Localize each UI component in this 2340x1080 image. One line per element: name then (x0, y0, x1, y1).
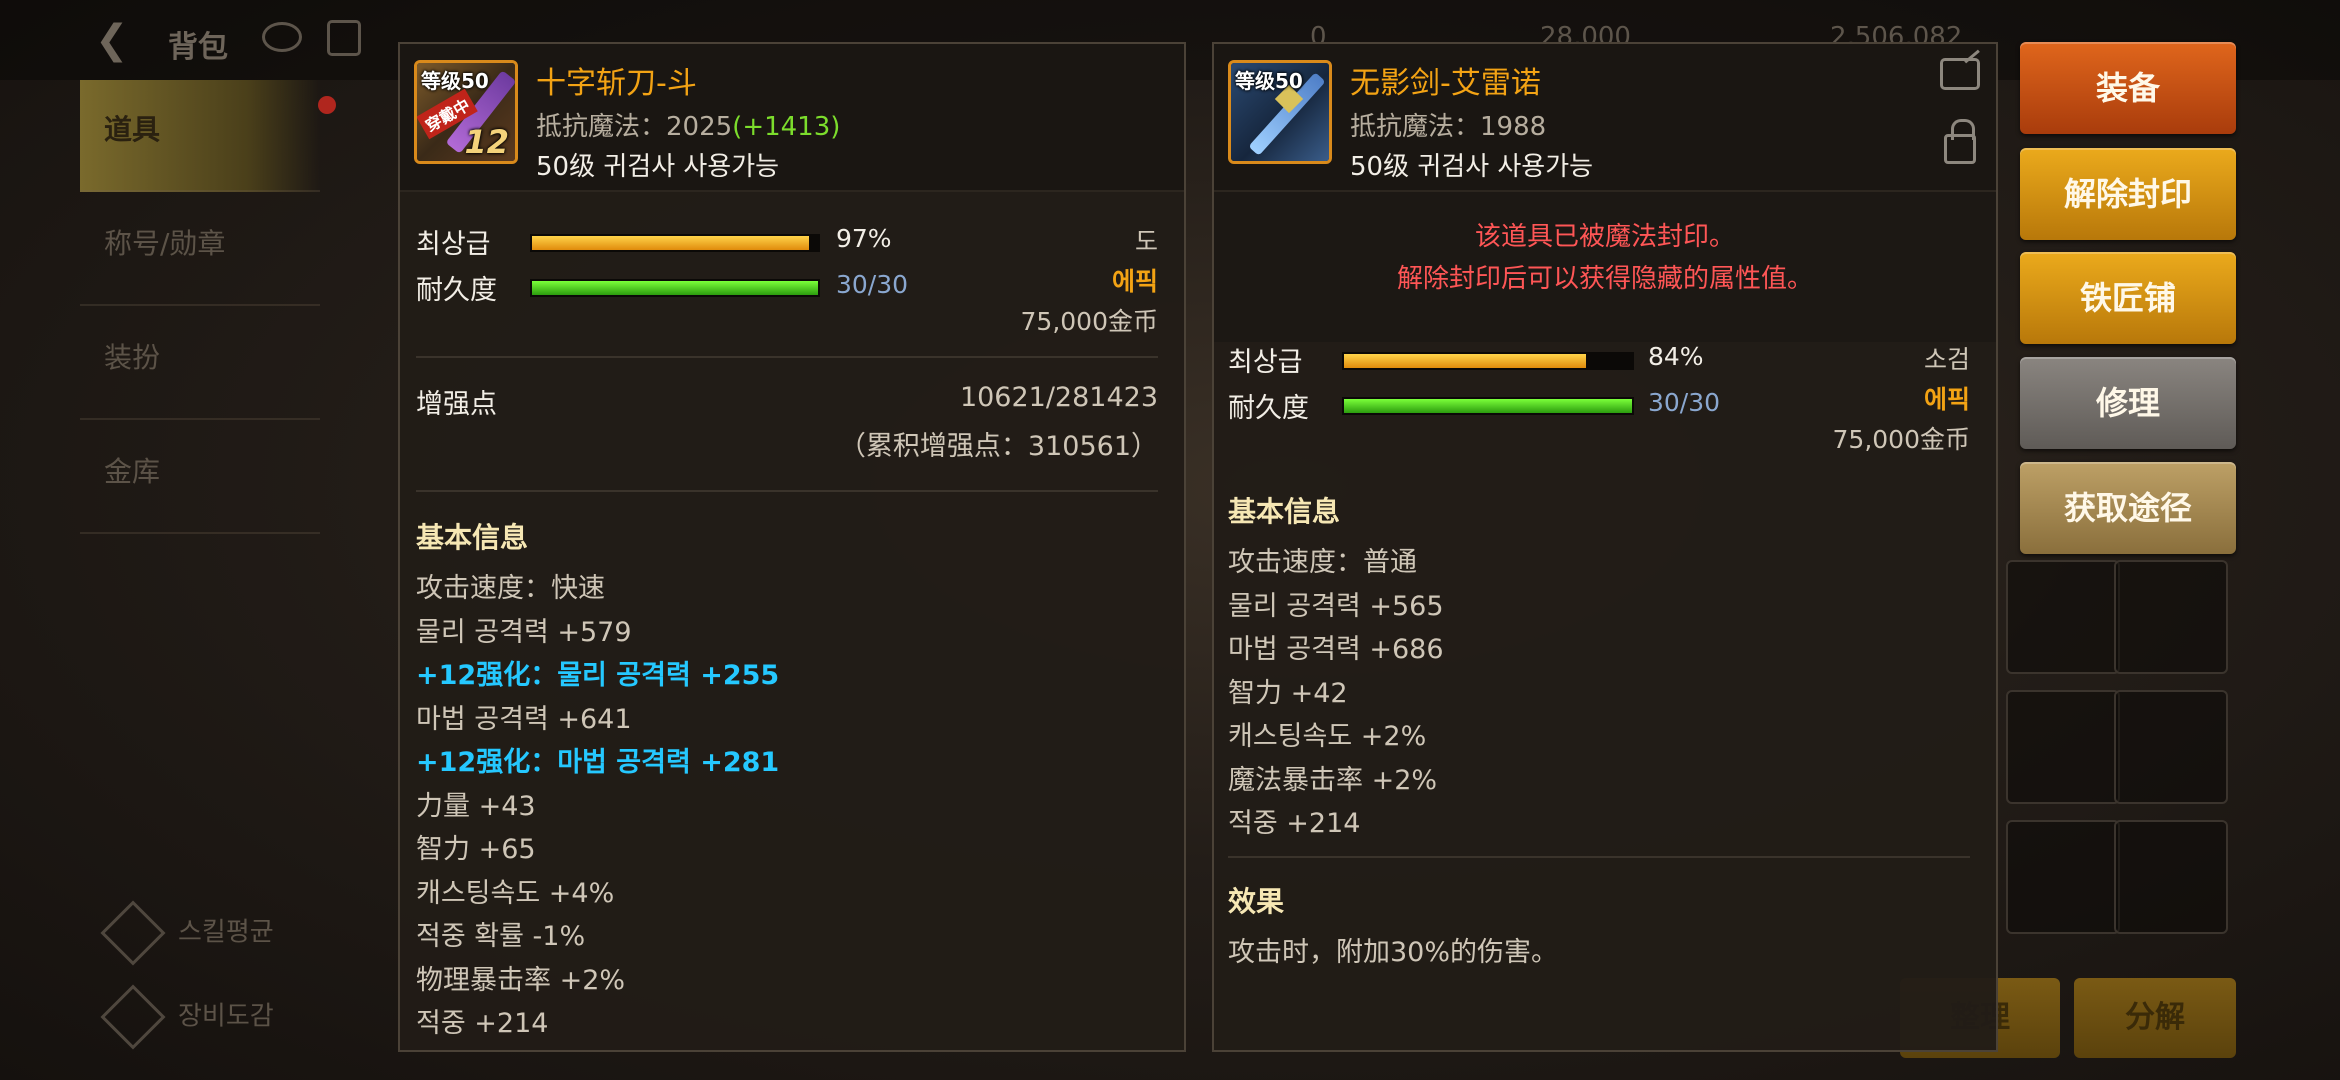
effect-title: 效果 (1228, 885, 1285, 918)
rarity: 에픽 (1923, 385, 1970, 414)
back-arrow-icon[interactable]: ❮ (95, 18, 143, 62)
stat-line: 智力 +42 (1228, 677, 1348, 709)
compare-item-tooltip: 等级50 无影剑-艾雷诺 抵抗魔法：1988 50级 귀검사 사용가능 该道具已… (1212, 42, 1998, 1052)
item-name: 无影剑-艾雷诺 (1350, 66, 1541, 101)
effect-text: 攻击时，附加30%的伤害。 (1228, 937, 1559, 968)
price: 75,000金币 (1020, 307, 1158, 336)
grade-value: 97% (836, 224, 892, 253)
item-icon: 等级50 (1228, 60, 1332, 164)
sidebar-bottom-skill-label: 스킬평균 (178, 917, 274, 948)
stat-line: 적중 확률 -1% (416, 921, 586, 952)
enhance-label: 增强点 (416, 389, 497, 420)
item-level-badge: 等级50 (1235, 69, 1303, 93)
equipped-item-tooltip: 等级50 穿戴中 12 十字斩刀-斗 抵抗魔法：2025(+1413) 50级 … (398, 42, 1186, 1052)
stat-line: 물리 공격력 +565 (1228, 590, 1444, 622)
enhance-value: 10621/281423 (959, 382, 1158, 413)
tooltip-header: 等级50 穿戴中 12 十字斩刀-斗 抵抗魔法：2025(+1413) 50级 … (400, 44, 1184, 192)
sidebar-tab-vault[interactable]: 金库 (80, 422, 320, 534)
item-resist-label: 抵抗魔法：2025 (536, 112, 733, 142)
divider (1228, 856, 1970, 858)
durability-value: 30/30 (1648, 388, 1721, 417)
inventory-slot[interactable] (2114, 560, 2228, 674)
sidebar-tab-costume[interactable]: 装扮 (80, 308, 320, 420)
durability-bar-fill (1344, 399, 1632, 413)
blacksmith-button[interactable]: 铁匠铺 (2020, 252, 2236, 344)
sidebar-bottom-skill[interactable]: 스킬평균 (100, 900, 274, 966)
durability-bar-fill (532, 281, 818, 295)
stat-line: 적중 +214 (416, 1008, 549, 1039)
sidebar-bottom-collection-label: 장비도감 (178, 1001, 274, 1032)
stat-line: 마법 공격력 +686 (1228, 634, 1444, 665)
enhance-level-badge: 12 (464, 123, 509, 161)
stat-line: 캐스팅속도 +4% (416, 877, 615, 909)
inventory-slot[interactable] (2006, 820, 2120, 934)
stat-line: 攻击速度：普通 (1228, 547, 1417, 578)
inventory-slot[interactable] (2006, 690, 2120, 804)
sealed-line-2: 解除封印后可以获得隐藏的属性值。 (1396, 264, 1813, 294)
page-title: 背包 (168, 30, 228, 65)
stat-line: 마법 공격력 +641 (416, 703, 632, 735)
durability-label: 耐久度 (416, 275, 497, 306)
stat-line: 캐스팅속도 +2% (1228, 721, 1427, 752)
item-class-requirement: 50级 귀검사 사용가능 (1350, 152, 1594, 182)
share-icon[interactable] (1940, 58, 1980, 90)
grade-bar (1342, 352, 1634, 370)
enhance-total: （累积增强点：310561） (838, 431, 1158, 462)
sidebar-tab-titles[interactable]: 称号/勋章 (80, 194, 320, 306)
stat-line: 적중 +214 (1228, 808, 1361, 839)
stat-line: 攻击速度：快速 (416, 573, 605, 604)
stat-line: 물리 공격력 +579 (416, 616, 632, 648)
item-level-badge: 等级50 (421, 69, 489, 93)
repair-button[interactable]: 修理 (2020, 357, 2236, 449)
item-resist-bonus: (+1413) (732, 112, 841, 142)
inventory-slot[interactable] (2006, 560, 2120, 674)
weapon-type: 소검 (1923, 345, 1970, 374)
weapon-type: 도 (1134, 227, 1158, 256)
grade-bar-fill (1344, 354, 1586, 368)
obtain-route-button[interactable]: 获取途径 (2020, 462, 2236, 554)
basic-info-title: 基本信息 (1228, 495, 1341, 528)
stat-line: +12强化：물리 공격력 +255 (416, 660, 780, 691)
collection-icon (100, 984, 166, 1050)
sidebar-bottom-collection[interactable]: 장비도감 (100, 984, 274, 1050)
tooltip-header: 等级50 无影剑-艾雷诺 抵抗魔法：1988 50级 귀검사 사용가능 (1214, 44, 1996, 192)
sealed-line-1: 该道具已被魔法封印。 (1474, 222, 1735, 252)
disassemble-button[interactable]: 分解 (2074, 978, 2236, 1058)
rarity: 에픽 (1111, 267, 1158, 296)
grade-value: 84% (1648, 342, 1704, 371)
stat-line: 物理暴击率 +2% (416, 964, 626, 996)
item-name: 十字斩刀-斗 (536, 66, 697, 101)
durability-bar (530, 279, 820, 297)
stat-line: 智力 +65 (416, 834, 536, 865)
basic-info-title: 基本信息 (416, 521, 529, 554)
sidebar-tab-items[interactable]: 道具 (80, 80, 320, 192)
durability-bar (1342, 397, 1634, 415)
skill-icon (100, 900, 166, 966)
inventory-slot[interactable] (2114, 690, 2228, 804)
durability-value: 30/30 (836, 270, 909, 299)
item-icon: 等级50 穿戴中 12 (414, 60, 518, 164)
unlock-icon[interactable] (1944, 119, 1976, 164)
divider (416, 490, 1158, 492)
grade-bar-fill (532, 236, 810, 250)
unseal-button[interactable]: 解除封印 (2020, 148, 2236, 240)
stat-line: +12强化：마법 공격력 +281 (416, 747, 780, 778)
price: 75,000金币 (1832, 425, 1970, 454)
inventory-slot[interactable] (2114, 820, 2228, 934)
equip-button[interactable]: 装备 (2020, 42, 2236, 134)
divider (416, 356, 1158, 358)
durability-label: 耐久度 (1228, 393, 1309, 424)
item-resist: 抵抗魔法：1988 (1350, 112, 1547, 142)
item-class-requirement: 50级 귀검사 사용가능 (536, 152, 780, 182)
grade-label: 최상급 (1228, 347, 1303, 378)
stat-line: 力量 +43 (416, 790, 536, 822)
notification-dot (318, 96, 336, 114)
item-resist: 抵抗魔法：2025(+1413) (536, 106, 840, 143)
sort-icon[interactable] (327, 20, 361, 56)
eye-icon[interactable] (262, 22, 302, 52)
grade-label: 최상급 (416, 229, 491, 260)
grade-bar (530, 234, 820, 252)
sealed-notice: 该道具已被魔法封印。 解除封印后可以获得隐藏的属性值。 (1214, 192, 1996, 342)
stat-line: 魔法暴击率 +2% (1228, 764, 1438, 796)
